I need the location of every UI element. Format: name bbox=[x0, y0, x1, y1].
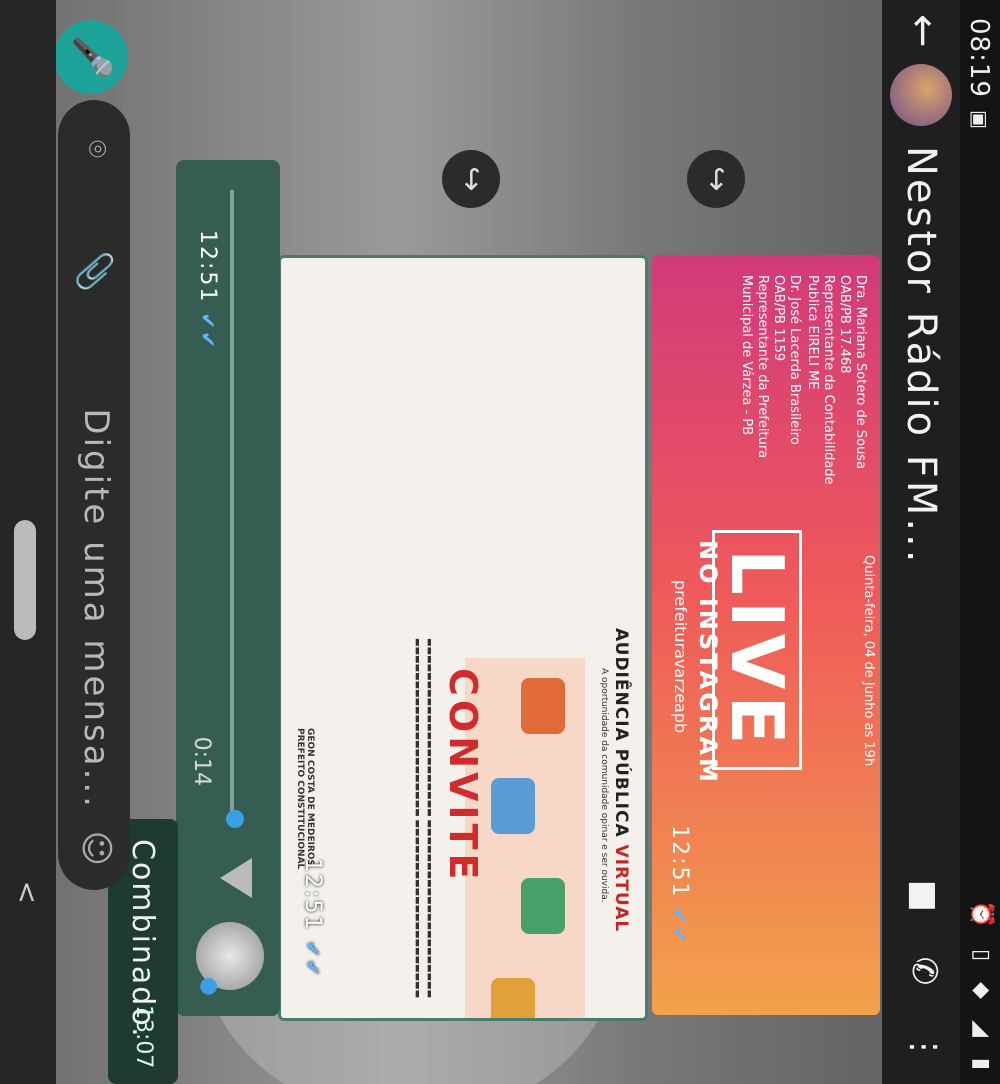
phone-icon[interactable]: ✆ bbox=[904, 957, 944, 986]
video-call-icon[interactable]: ■ bbox=[904, 880, 944, 912]
convite-subtitle: A oportunidade da comunidade opinar e se… bbox=[599, 668, 609, 903]
play-button-icon[interactable] bbox=[220, 858, 252, 898]
person-left-name: Dra. Mariana Sotero de Sousa bbox=[853, 275, 868, 470]
attach-icon[interactable]: 📎 bbox=[74, 250, 114, 292]
wifi-icon: ◆ bbox=[969, 982, 994, 999]
time-text: 12:51 bbox=[667, 825, 692, 899]
message-placeholder: Digite uma mensa... bbox=[76, 408, 116, 810]
camera-icon[interactable]: ⌾ bbox=[79, 140, 114, 158]
mic-icon: ● bbox=[197, 976, 222, 996]
phone-screenshot: 08:19 ▣ ⏰ ▯ ◆ ◢ ▮ ← Nestor Rádio FM... ■… bbox=[0, 0, 1000, 1084]
notification-icon: ▣ bbox=[968, 110, 992, 129]
instagram-handle: prefeituravarzeapb bbox=[671, 580, 690, 734]
person-left-role: Representante da Contabilidade Publica E… bbox=[805, 275, 836, 485]
time-text: 12:51 bbox=[195, 230, 220, 304]
read-ticks-icon: ✔✔ bbox=[668, 907, 692, 945]
status-time: 08:19 bbox=[964, 18, 994, 98]
battery-icon: ▮ bbox=[969, 1057, 994, 1070]
chat-screen: 08:19 ▣ ⏰ ▯ ◆ ◢ ▮ ← Nestor Rádio FM... ■… bbox=[0, 0, 1000, 1084]
person-left-oab: OAB/PB 17.468 bbox=[837, 275, 852, 374]
image-message-convite[interactable]: AUDIÊNCIA PÚBLICA VIRTUAL A oportunidade… bbox=[278, 255, 648, 1021]
nav-back-icon[interactable]: < bbox=[11, 881, 44, 904]
convite-title: CONVITE bbox=[441, 668, 485, 884]
hand-illustration bbox=[491, 778, 535, 834]
instagram-banner: NO INSTAGRAM bbox=[694, 540, 722, 785]
signal-icon: ◢ bbox=[969, 1019, 994, 1037]
audio-seekbar[interactable] bbox=[230, 190, 234, 826]
header-part1: AUDIÊNCIA PÚBLICA bbox=[611, 628, 631, 838]
vibrate-icon: ▯ bbox=[969, 948, 994, 962]
live-date: Quinta-feira, 04 de Junho as 19h bbox=[861, 555, 876, 767]
message-time: 12:51 ✔✔ bbox=[667, 825, 692, 945]
nav-home-pill[interactable] bbox=[14, 520, 36, 640]
header-part2: VIRTUAL bbox=[611, 844, 631, 933]
time-text: 12:51 bbox=[300, 858, 325, 932]
message-time: 12:51 ✔✔ bbox=[300, 858, 325, 978]
hand-illustration bbox=[491, 978, 535, 1021]
read-ticks-icon: ✔✔ bbox=[301, 940, 325, 978]
contact-avatar[interactable] bbox=[890, 64, 952, 126]
live-banner: LIVE bbox=[712, 530, 802, 770]
back-arrow-icon[interactable]: ← bbox=[900, 14, 946, 48]
system-nav-bar: < bbox=[0, 0, 56, 1084]
signature-name: GEON COSTA DE MEDEIROS bbox=[305, 728, 315, 867]
hand-illustration bbox=[521, 878, 565, 934]
header-actions: ■ ✆ ⋮ bbox=[904, 846, 944, 1064]
convite-header: AUDIÊNCIA PÚBLICA VIRTUAL bbox=[611, 628, 631, 932]
forward-icon[interactable]: ↪ bbox=[687, 150, 745, 208]
message-time: 13:07 bbox=[131, 1005, 156, 1069]
read-ticks-icon: ✔✔ bbox=[196, 312, 220, 350]
person-right-role: Representante da Prefeitura Municipal de… bbox=[739, 275, 770, 459]
mic-button[interactable]: 🎤 bbox=[54, 20, 128, 94]
person-right-name: Dr. José Lacerda Brasileiro bbox=[787, 275, 802, 445]
image-message-live[interactable]: Dra. Mariana Sotero de Sousa OAB/PB 17.4… bbox=[652, 255, 880, 1015]
more-icon[interactable]: ⋮ bbox=[904, 1030, 944, 1064]
convite-body-text: ▬▬▬▬▬▬▬▬▬▬▬▬▬▬▬▬▬▬▬▬▬ ▬▬▬▬▬▬▬▬▬▬▬▬▬▬▬▬▬▬… bbox=[412, 638, 434, 999]
message-time: 12:51 ✔✔ bbox=[195, 230, 220, 350]
status-icons: ⏰ ▯ ◆ ◢ ▮ bbox=[969, 887, 994, 1070]
forward-icon[interactable]: ↪ bbox=[442, 150, 500, 208]
person-right: Dr. José Lacerda Brasileiro OAB/PB 1159 … bbox=[738, 275, 802, 515]
emoji-icon[interactable]: ☺ bbox=[76, 831, 116, 866]
person-left: Dra. Mariana Sotero de Sousa OAB/PB 17.4… bbox=[804, 275, 868, 505]
audio-duration: 0:14 bbox=[189, 736, 214, 786]
audio-message: ● 0:14 12:51 ✔✔ bbox=[176, 160, 280, 1016]
person-right-oab: OAB/PB 1159 bbox=[771, 275, 786, 362]
signature-role: PREFEITO CONSTITUCIONAL bbox=[295, 728, 305, 870]
message-input[interactable]: ☺ Digite uma mensa... 📎 ⌾ bbox=[58, 100, 130, 890]
convite-signature: GEON COSTA DE MEDEIROS PREFEITO CONSTITU… bbox=[295, 728, 315, 869]
seek-knob[interactable] bbox=[226, 810, 244, 828]
contact-name[interactable]: Nestor Rádio FM... bbox=[898, 146, 944, 565]
status-bar: 08:19 ▣ ⏰ ▯ ◆ ◢ ▮ bbox=[960, 0, 1000, 1084]
alarm-icon: ⏰ bbox=[969, 900, 994, 928]
hand-illustration bbox=[521, 678, 565, 734]
chat-header: ← Nestor Rádio FM... ■ ✆ ⋮ bbox=[882, 0, 960, 1084]
